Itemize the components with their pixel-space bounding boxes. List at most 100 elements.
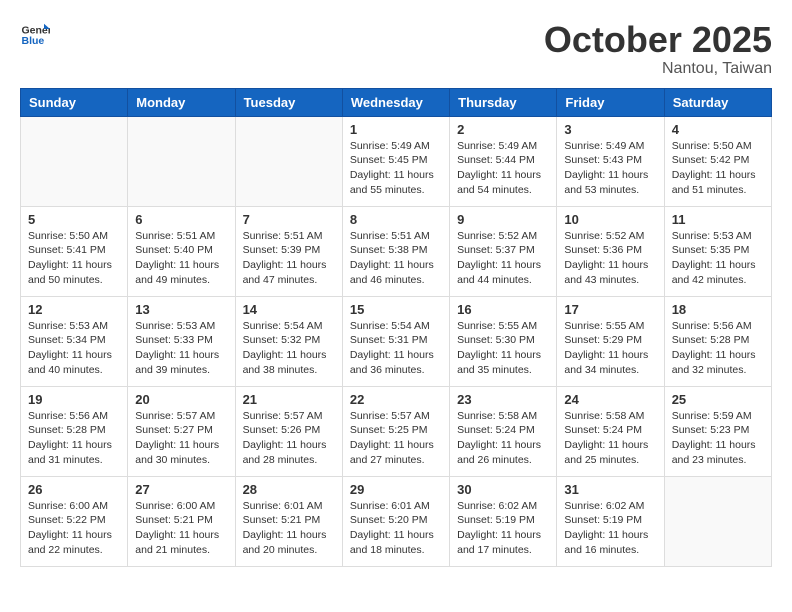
calendar-cell: 4 Sunrise: 5:50 AMSunset: 5:42 PMDaylight…: [664, 116, 771, 206]
day-info: Sunrise: 5:53 AMSunset: 5:35 PMDaylight:…: [672, 229, 764, 288]
day-info: Sunrise: 5:57 AMSunset: 5:25 PMDaylight:…: [350, 409, 442, 468]
day-number: 25: [672, 392, 764, 407]
day-info: Sunrise: 5:49 AMSunset: 5:44 PMDaylight:…: [457, 139, 549, 198]
weekday-header: Thursday: [450, 88, 557, 116]
calendar-cell: 13 Sunrise: 5:53 AMSunset: 5:33 PMDayligh…: [128, 296, 235, 386]
day-info: Sunrise: 5:51 AMSunset: 5:40 PMDaylight:…: [135, 229, 227, 288]
calendar-cell: 8 Sunrise: 5:51 AMSunset: 5:38 PMDaylight…: [342, 206, 449, 296]
day-number: 29: [350, 482, 442, 497]
day-number: 20: [135, 392, 227, 407]
calendar-cell: 14Sunrise: 5:54 AMSunset: 5:32 PMDayligh…: [235, 296, 342, 386]
day-number: 8: [350, 212, 442, 227]
calendar-cell: [235, 116, 342, 206]
calendar-cell: 6Sunrise: 5:51 AMSunset: 5:40 PMDaylight…: [128, 206, 235, 296]
day-number: 27: [135, 482, 227, 497]
day-number: 12: [28, 302, 120, 317]
day-number: 11: [672, 212, 764, 227]
day-number: 19: [28, 392, 120, 407]
day-info: Sunrise: 6:00 AMSunset: 5:21 PMDaylight:…: [135, 499, 227, 558]
calendar-cell: [664, 476, 771, 566]
day-number: 10: [564, 212, 656, 227]
calendar-cell: 27 Sunrise: 6:00 AMSunset: 5:21 PMDayligh…: [128, 476, 235, 566]
day-number: 26: [28, 482, 120, 497]
day-info: Sunrise: 5:56 AMSunset: 5:28 PMDaylight:…: [672, 319, 764, 378]
day-number: 22: [350, 392, 442, 407]
day-number: 4: [672, 122, 764, 137]
day-info: Sunrise: 5:53 AMSunset: 5:34 PMDaylight:…: [28, 319, 120, 378]
calendar-cell: 1Sunrise: 5:49 AMSunset: 5:45 PMDaylight…: [342, 116, 449, 206]
day-number: 7: [243, 212, 335, 227]
day-info: Sunrise: 5:59 AMSunset: 5:23 PMDaylight:…: [672, 409, 764, 468]
calendar-cell: 2 Sunrise: 5:49 AMSunset: 5:44 PMDaylight…: [450, 116, 557, 206]
day-number: 17: [564, 302, 656, 317]
calendar-cell: 16 Sunrise: 5:55 AMSunset: 5:30 PMDayligh…: [450, 296, 557, 386]
day-info: Sunrise: 5:58 AMSunset: 5:24 PMDaylight:…: [457, 409, 549, 468]
calendar-cell: 20 Sunrise: 5:57 AMSunset: 5:27 PMDayligh…: [128, 386, 235, 476]
calendar-cell: 15 Sunrise: 5:54 AMSunset: 5:31 PMDayligh…: [342, 296, 449, 386]
day-info: Sunrise: 5:54 AMSunset: 5:31 PMDaylight:…: [350, 319, 442, 378]
day-info: Sunrise: 5:52 AMSunset: 5:36 PMDaylight:…: [564, 229, 656, 288]
day-info: Sunrise: 5:51 AMSunset: 5:39 PMDaylight:…: [243, 229, 335, 288]
calendar-cell: 3 Sunrise: 5:49 AMSunset: 5:43 PMDaylight…: [557, 116, 664, 206]
calendar-cell: 29Sunrise: 6:01 AMSunset: 5:20 PMDayligh…: [342, 476, 449, 566]
weekday-header-row: SundayMondayTuesdayWednesdayThursdayFrid…: [21, 88, 772, 116]
calendar-cell: 30 Sunrise: 6:02 AMSunset: 5:19 PMDayligh…: [450, 476, 557, 566]
calendar-week-row: 1Sunrise: 5:49 AMSunset: 5:45 PMDaylight…: [21, 116, 772, 206]
day-number: 30: [457, 482, 549, 497]
calendar-cell: [128, 116, 235, 206]
day-number: 5: [28, 212, 120, 227]
calendar-cell: 19 Sunrise: 5:56 AMSunset: 5:28 PMDayligh…: [21, 386, 128, 476]
day-number: 3: [564, 122, 656, 137]
weekday-header: Tuesday: [235, 88, 342, 116]
day-info: Sunrise: 6:02 AMSunset: 5:19 PMDaylight:…: [564, 499, 656, 558]
day-info: Sunrise: 5:51 AMSunset: 5:38 PMDaylight:…: [350, 229, 442, 288]
calendar-cell: 24Sunrise: 5:58 AMSunset: 5:24 PMDayligh…: [557, 386, 664, 476]
calendar-week-row: 19 Sunrise: 5:56 AMSunset: 5:28 PMDayligh…: [21, 386, 772, 476]
day-info: Sunrise: 6:02 AMSunset: 5:19 PMDaylight:…: [457, 499, 549, 558]
calendar-table: SundayMondayTuesdayWednesdayThursdayFrid…: [20, 88, 772, 567]
calendar-cell: 21Sunrise: 5:57 AMSunset: 5:26 PMDayligh…: [235, 386, 342, 476]
location: Nantou, Taiwan: [544, 60, 772, 78]
day-number: 14: [243, 302, 335, 317]
svg-text:Blue: Blue: [22, 35, 45, 47]
logo: General Blue: [20, 20, 50, 50]
day-info: Sunrise: 5:57 AMSunset: 5:27 PMDaylight:…: [135, 409, 227, 468]
day-info: Sunrise: 5:50 AMSunset: 5:41 PMDaylight:…: [28, 229, 120, 288]
day-number: 16: [457, 302, 549, 317]
day-info: Sunrise: 5:56 AMSunset: 5:28 PMDaylight:…: [28, 409, 120, 468]
calendar-cell: 23 Sunrise: 5:58 AMSunset: 5:24 PMDayligh…: [450, 386, 557, 476]
day-info: Sunrise: 5:49 AMSunset: 5:45 PMDaylight:…: [350, 139, 442, 198]
weekday-header: Monday: [128, 88, 235, 116]
day-info: Sunrise: 5:55 AMSunset: 5:30 PMDaylight:…: [457, 319, 549, 378]
day-number: 13: [135, 302, 227, 317]
calendar-cell: 28 Sunrise: 6:01 AMSunset: 5:21 PMDayligh…: [235, 476, 342, 566]
logo-icon: General Blue: [20, 20, 50, 50]
day-info: Sunrise: 6:01 AMSunset: 5:21 PMDaylight:…: [243, 499, 335, 558]
day-number: 15: [350, 302, 442, 317]
calendar-cell: 26Sunrise: 6:00 AMSunset: 5:22 PMDayligh…: [21, 476, 128, 566]
day-info: Sunrise: 5:52 AMSunset: 5:37 PMDaylight:…: [457, 229, 549, 288]
day-number: 2: [457, 122, 549, 137]
day-info: Sunrise: 5:49 AMSunset: 5:43 PMDaylight:…: [564, 139, 656, 198]
calendar-week-row: 12 Sunrise: 5:53 AMSunset: 5:34 PMDayligh…: [21, 296, 772, 386]
calendar-cell: 11 Sunrise: 5:53 AMSunset: 5:35 PMDayligh…: [664, 206, 771, 296]
calendar-cell: 10 Sunrise: 5:52 AMSunset: 5:36 PMDayligh…: [557, 206, 664, 296]
calendar-cell: 5 Sunrise: 5:50 AMSunset: 5:41 PMDaylight…: [21, 206, 128, 296]
calendar-cell: 25 Sunrise: 5:59 AMSunset: 5:23 PMDayligh…: [664, 386, 771, 476]
day-number: 28: [243, 482, 335, 497]
day-number: 31: [564, 482, 656, 497]
day-info: Sunrise: 5:50 AMSunset: 5:42 PMDaylight:…: [672, 139, 764, 198]
weekday-header: Saturday: [664, 88, 771, 116]
day-number: 21: [243, 392, 335, 407]
calendar-cell: 31 Sunrise: 6:02 AMSunset: 5:19 PMDayligh…: [557, 476, 664, 566]
calendar-week-row: 5 Sunrise: 5:50 AMSunset: 5:41 PMDaylight…: [21, 206, 772, 296]
calendar-cell: 22 Sunrise: 5:57 AMSunset: 5:25 PMDayligh…: [342, 386, 449, 476]
weekday-header: Friday: [557, 88, 664, 116]
page-header: General Blue October 2025 Nantou, Taiwan: [20, 20, 772, 78]
weekday-header: Sunday: [21, 88, 128, 116]
day-number: 24: [564, 392, 656, 407]
day-info: Sunrise: 5:53 AMSunset: 5:33 PMDaylight:…: [135, 319, 227, 378]
calendar-cell: 9Sunrise: 5:52 AMSunset: 5:37 PMDaylight…: [450, 206, 557, 296]
day-number: 23: [457, 392, 549, 407]
calendar-cell: [21, 116, 128, 206]
